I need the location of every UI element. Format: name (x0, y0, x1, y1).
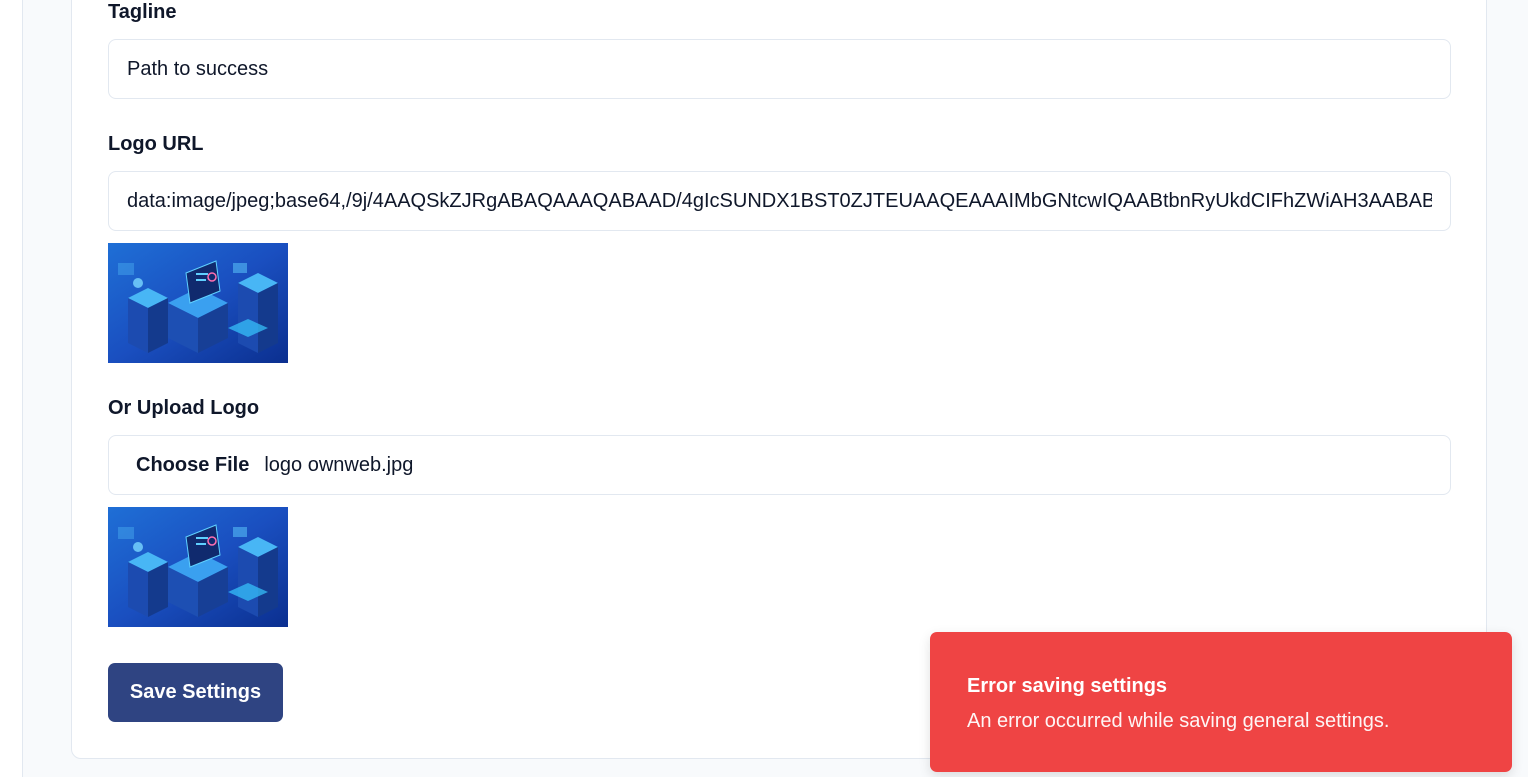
upload-preview-image (108, 507, 288, 627)
logo-url-label: Logo URL (108, 133, 204, 155)
tagline-input[interactable] (109, 40, 1450, 98)
isometric-laptop-illustration-icon (108, 243, 288, 363)
sidebar-edge (0, 0, 23, 777)
logo-url-input[interactable] (109, 172, 1450, 230)
isometric-laptop-illustration-icon (108, 507, 288, 627)
upload-logo-field: Choose File logo ownweb.jpg (108, 435, 1451, 495)
tagline-label: Tagline (108, 1, 177, 23)
logo-url-field-wrapper (108, 171, 1451, 231)
toast-message: An error occurred while saving general s… (967, 710, 1390, 732)
choose-file-button[interactable]: Choose File (136, 454, 249, 477)
toast-title: Error saving settings (967, 675, 1168, 697)
save-settings-button[interactable]: Save Settings (108, 663, 283, 722)
upload-logo-label: Or Upload Logo (108, 397, 260, 419)
tagline-field-wrapper (108, 39, 1451, 99)
logo-url-preview-image (108, 243, 288, 363)
selected-file-name: logo ownweb.jpg (264, 453, 414, 476)
error-toast[interactable]: Error saving settings An error occurred … (930, 632, 1512, 772)
